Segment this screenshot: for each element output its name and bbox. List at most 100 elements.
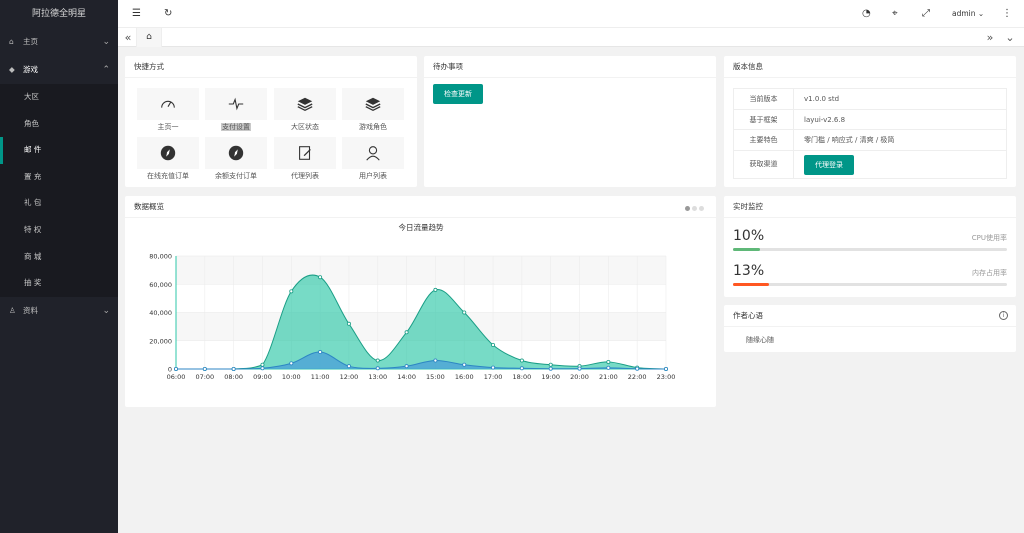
quick-label: 游戏角色: [359, 123, 387, 131]
carousel-dot[interactable]: [692, 206, 697, 211]
sidebar-item-gift[interactable]: 礼 包: [0, 190, 118, 217]
sidebar-item-profile[interactable]: ♙ 资料 ⌄: [0, 297, 118, 325]
menu-toggle-icon[interactable]: ☰: [132, 0, 141, 28]
sidebar-item-home[interactable]: ⌂ 主页 ⌄: [0, 28, 118, 56]
version-key: 获取渠道: [734, 150, 794, 178]
data-point: [462, 362, 467, 367]
monitor-card: 实时监控 10% CPU使用率 13% 内存占用率: [724, 196, 1016, 297]
info-icon[interactable]: i: [999, 311, 1008, 320]
sidebar-item-region[interactable]: 大区: [0, 84, 118, 111]
x-tick-label: 06:00: [167, 373, 186, 381]
sidebar-item-lottery[interactable]: 抽 奖: [0, 270, 118, 297]
x-tick-label: 13:00: [368, 373, 387, 381]
traffic-chart: 今日流量趋势020,00040,00060,00080,00006:00 07:0…: [149, 222, 676, 381]
data-point: [404, 364, 409, 369]
y-tick-label: 80,000: [149, 253, 172, 261]
quick-item-payment[interactable]: [205, 88, 267, 120]
x-tick-label: 15:00: [426, 373, 445, 381]
version-value: layui-v2.6.8: [804, 115, 846, 124]
check-update-button[interactable]: 检查更新: [433, 84, 483, 104]
sidebar-item-mail[interactable]: 邮 件: [0, 137, 118, 164]
pulse-icon: [228, 97, 244, 111]
x-tick-label: 10:00: [282, 373, 301, 381]
sidebar: 阿拉德全明星 ⌂ 主页 ⌄ ◆ 游戏 ⌃ 大区 角色 邮 件 置 充 礼 包 特 权…: [0, 0, 118, 533]
home-icon: ⌂: [9, 37, 14, 46]
theme-icon[interactable]: ◔: [862, 0, 871, 28]
quick-label: 用户列表: [359, 172, 387, 180]
quick-card: 快捷方式 主页一 支付设置 大区状态 游戏角色 在线充值订单 余额支付订单 代理…: [125, 56, 417, 187]
sidebar-item-label: 主页: [23, 37, 38, 46]
data-point: [606, 365, 611, 370]
x-tick-label: 17:00: [484, 373, 503, 381]
x-tick-label: 22:00: [628, 373, 647, 381]
data-point: [260, 366, 265, 371]
data-point: [375, 366, 380, 371]
quick-item-region[interactable]: [274, 88, 336, 120]
memory-progress-fill: [733, 283, 769, 286]
sidebar-item-role[interactable]: 角色: [0, 111, 118, 138]
version-value: v1.0.0 std: [804, 95, 840, 103]
quick-label: 余额支付订单: [215, 172, 257, 180]
sidebar-item-recharge[interactable]: 置 充: [0, 164, 118, 191]
x-tick-label: 14:00: [397, 373, 416, 381]
cpu-label: CPU使用率: [971, 234, 1007, 242]
data-point: [491, 365, 496, 370]
version-key: 当前版本: [734, 89, 794, 109]
compass-icon: [160, 145, 176, 161]
quick-item-agents[interactable]: [274, 137, 336, 169]
refresh-icon[interactable]: ↻: [164, 0, 172, 28]
data-point: [548, 362, 553, 367]
user-menu[interactable]: admin ⌄: [952, 0, 984, 28]
quick-item-users[interactable]: [342, 137, 404, 169]
more-icon[interactable]: ⋮: [1002, 0, 1012, 28]
quick-item-roles[interactable]: [342, 88, 404, 120]
data-point: [519, 358, 524, 363]
quick-item-home[interactable]: [137, 88, 199, 120]
sidebar-item-game[interactable]: ◆ 游戏 ⌃: [0, 56, 118, 84]
table-row: 主要特色 零门槛 / 响应式 / 清爽 / 极简: [734, 130, 1006, 151]
carousel-indicator[interactable]: [683, 204, 704, 213]
data-point: [346, 321, 351, 326]
tabs-menu-icon[interactable]: ⌄: [1002, 28, 1018, 47]
chart-title: 今日流量趋势: [399, 222, 444, 232]
monitor-title: 实时监控: [724, 196, 1016, 218]
data-point: [202, 366, 207, 371]
tab-home[interactable]: ⌂: [136, 28, 162, 47]
version-value: 零门槛 / 响应式 / 清爽 / 极简: [804, 136, 895, 144]
layers-icon: [297, 97, 313, 112]
quick-item-balance-orders[interactable]: [205, 137, 267, 169]
quick-label: 大区状态: [291, 123, 319, 131]
sidebar-item-privilege[interactable]: 特 权: [0, 217, 118, 244]
quick-label: 代理列表: [291, 172, 319, 180]
carousel-dot[interactable]: [685, 206, 690, 211]
memory-progress: [733, 283, 1007, 286]
version-card: 版本信息 当前版本 v1.0.0 std 基于框架 layui-v2.6.8 主要特…: [724, 56, 1016, 187]
data-point: [289, 289, 294, 294]
author-title: 作者心语: [724, 305, 1016, 327]
y-tick-label: 20,000: [149, 337, 172, 345]
data-point: [491, 342, 496, 347]
data-point: [346, 364, 351, 369]
data-point: [318, 350, 323, 355]
sidebar-item-shop[interactable]: 商 城: [0, 244, 118, 271]
top-header: ☰ ↻ ◔ ⌖ ⤢ admin ⌄ ⋮: [118, 0, 1024, 28]
version-key: 基于框架: [734, 109, 794, 129]
quick-item-online-orders[interactable]: [137, 137, 199, 169]
cpu-progress: [733, 248, 1007, 251]
agent-login-button[interactable]: 代理登录: [804, 154, 854, 175]
x-tick-label: 23:00: [657, 373, 676, 381]
table-row: 获取渠道 代理登录: [734, 150, 1006, 178]
home-icon: ⌂: [146, 32, 152, 42]
fullscreen-icon[interactable]: ⤢: [922, 0, 930, 28]
tabs-next-icon[interactable]: »: [982, 28, 998, 47]
x-tick-label: 07:00: [195, 373, 214, 381]
tag-icon[interactable]: ⌖: [892, 0, 898, 28]
quick-label-text: 支付设置: [221, 123, 251, 131]
tabs-prev-icon[interactable]: «: [120, 28, 136, 47]
data-point: [404, 330, 409, 335]
carousel-dot[interactable]: [699, 206, 704, 211]
user-icon: ♙: [9, 305, 16, 315]
table-row: 当前版本 v1.0.0 std: [734, 89, 1006, 110]
app-logo: 阿拉德全明星: [0, 0, 118, 28]
data-point: [318, 275, 323, 280]
